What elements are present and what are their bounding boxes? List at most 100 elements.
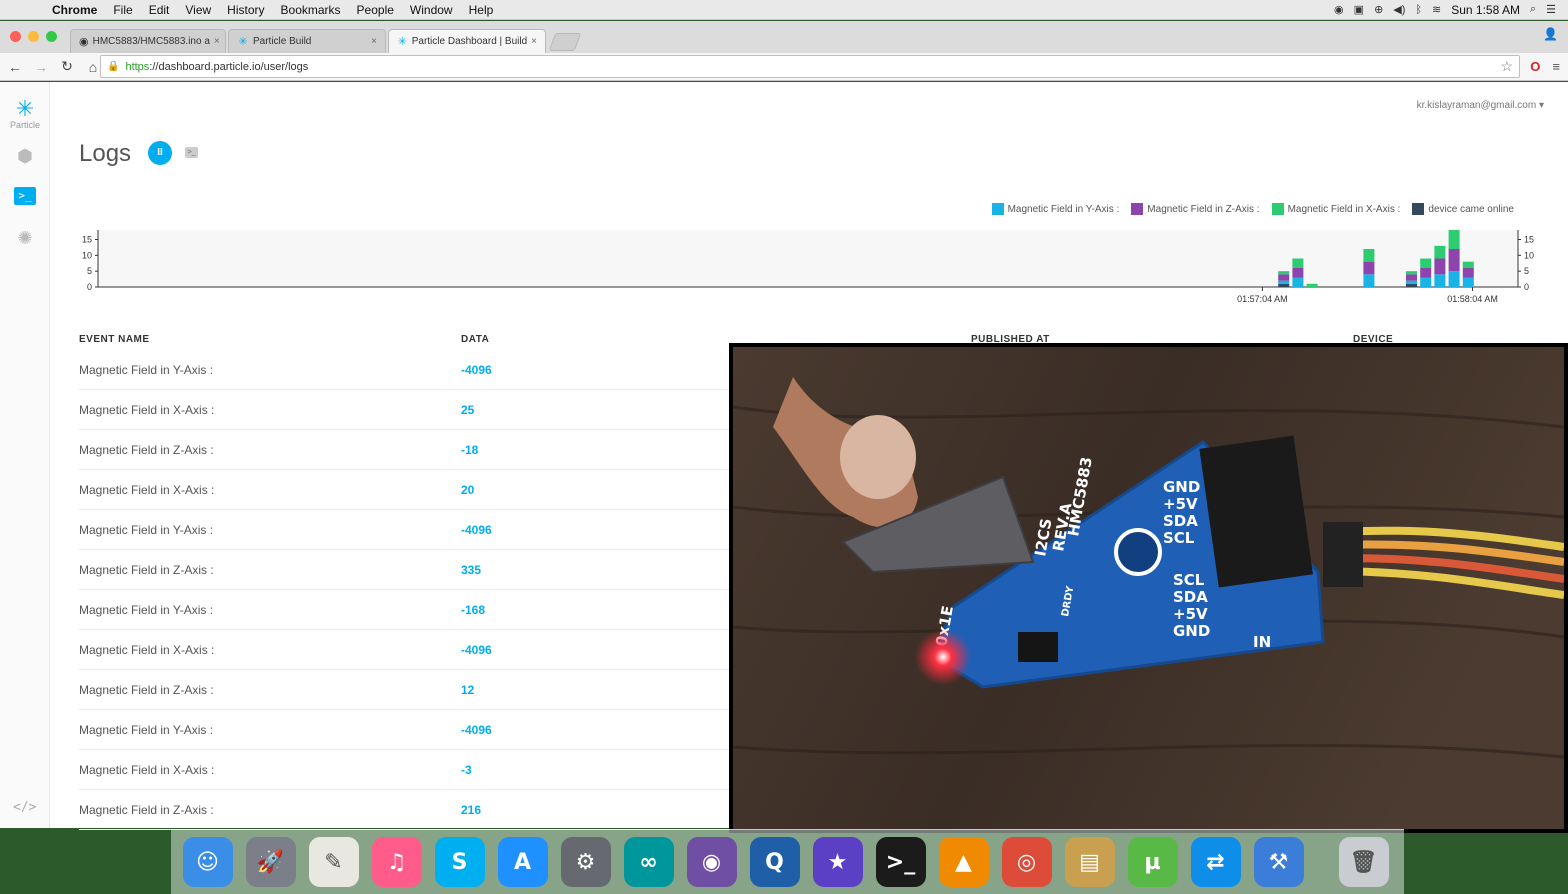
dock-item[interactable]: ⚒ [1248,834,1309,890]
close-tab-icon[interactable]: × [531,36,537,47]
bluetooth-icon[interactable]: ᛒ [1415,4,1422,16]
table-row[interactable]: Magnetic Field in Y-Axis : -4096 [79,510,729,550]
table-row[interactable]: Magnetic Field in X-Axis : 20 [79,470,729,510]
close-tab-icon[interactable]: × [214,36,220,47]
dock-item[interactable]: 🗑 [1333,834,1394,890]
back-icon[interactable]: ← [4,59,26,75]
bar-segment-z [1292,268,1304,278]
dock-item[interactable]: ◎ [996,834,1057,890]
bar-segment-z [1420,268,1432,278]
table-row[interactable]: Magnetic Field in X-Axis : -4096 [79,630,729,670]
table-row[interactable]: Magnetic Field in Z-Axis : 335 [79,550,729,590]
bar-segment-z [1462,268,1474,278]
toolbar-extensions: O ≡ [1530,59,1560,74]
legend-item-x[interactable]: Magnetic Field in X-Axis : [1271,203,1400,215]
close-tab-icon[interactable]: × [371,36,377,47]
table-row[interactable]: Magnetic Field in X-Axis : -3 [79,750,729,790]
dock-item[interactable]: ▲ [933,834,994,890]
table-row[interactable]: Magnetic Field in Z-Axis : -18 [79,430,729,470]
forward-icon[interactable]: → [30,59,52,75]
event-data-cell: -4096 [461,722,492,737]
menu-file[interactable]: File [105,3,140,17]
table-row[interactable]: Magnetic Field in Y-Axis : -168 [79,590,729,630]
table-row[interactable]: Magnetic Field in Y-Axis : -4096 [79,350,729,390]
skype-icon: S [434,837,485,887]
menu-people[interactable]: People [349,3,402,17]
dock-item[interactable]: ⇄ [1185,834,1246,890]
sidebar-item-console[interactable]: >_ [14,187,36,205]
chrome-menu-icon[interactable]: ≡ [1552,59,1560,74]
y-tick-label-left: 15 [82,235,92,245]
dock-item[interactable]: ∞ [618,834,679,890]
reload-icon[interactable]: ↻ [56,58,78,75]
legend-item-online[interactable]: device came online [1412,203,1514,215]
zoom-window-icon[interactable] [46,31,57,42]
user-menu[interactable]: kr.kislayraman@gmail.com ▾ [1417,100,1544,111]
dock-item[interactable]: ♫ [366,834,427,890]
address-bar[interactable]: 🔒 https ://dashboard.particle.io/user/lo… [100,55,1520,78]
menu-edit[interactable]: Edit [141,3,178,17]
menu-help[interactable]: Help [461,3,502,17]
dropbox-icon[interactable]: ▣ [1354,3,1364,16]
legend-item-y[interactable]: Magnetic Field in Y-Axis : [991,203,1119,215]
bar-segment-y [1434,274,1446,287]
dock: ☺ 🚀 ✎ ♫ S A ⚙ ∞ ◉ Q ★ >_ ▲ ◎ ▤ µ ⇄ ⚒ 🗑 [171,829,1404,894]
sidebar-item-mesh[interactable]: ✺ [0,228,50,249]
vpn-icon[interactable]: ⊕ [1374,3,1383,16]
profile-icon[interactable]: 👤 [1543,27,1558,41]
dock-item[interactable]: Q [744,834,805,890]
terminal-view-button[interactable]: >_ [185,147,198,158]
table-row[interactable]: Magnetic Field in Z-Axis : 12 [79,670,729,710]
opera-extension-icon[interactable]: O [1530,59,1540,74]
spotlight-search-icon[interactable]: ⌕ [1530,3,1536,16]
menu-view[interactable]: View [177,3,219,17]
legend-item-z[interactable]: Magnetic Field in Z-Axis : [1131,203,1260,215]
dock-item[interactable]: ✎ [303,834,364,890]
board-label-5v-top: +5V [1163,495,1198,513]
pause-button[interactable]: II [148,141,172,165]
dock-item[interactable]: ★ [807,834,868,890]
menu-bookmarks[interactable]: Bookmarks [273,3,349,17]
page-title: Logs [79,140,132,167]
table-row[interactable]: Magnetic Field in Y-Axis : -4096 [79,710,729,750]
notification-center-icon[interactable]: ☰ [1546,3,1556,16]
tab-particle-build[interactable]: ✳ Particle Build × [228,29,386,53]
menu-window[interactable]: Window [402,3,461,17]
events-table: Magnetic Field in Y-Axis : -4096 Magnetic … [79,350,729,830]
tab-label: Particle Dashboard | Build [411,36,528,47]
dock-item[interactable]: A [492,834,553,890]
dock-item[interactable]: ☺ [177,834,238,890]
menu-history[interactable]: History [219,3,272,17]
wifi-icon[interactable]: ≋ [1432,3,1441,16]
volume-icon[interactable]: ◀) [1393,3,1405,16]
bar-segment-y [1363,274,1375,287]
system-preferences-icon: ⚙ [560,837,611,887]
menu-clock[interactable]: Sun 1:58 AM [1451,3,1520,17]
new-tab-button[interactable] [548,33,582,51]
dock-item[interactable]: 🚀 [240,834,301,890]
sidebar-item-devices[interactable]: ⬢ [0,146,50,167]
table-row[interactable]: Magnetic Field in X-Axis : 25 [79,390,729,430]
bar-segment-x [1306,283,1318,287]
bookmark-star-icon[interactable]: ☆ [1500,58,1513,75]
minimize-window-icon[interactable] [28,31,39,42]
event-data-cell: 216 [461,802,482,817]
bar-segment-z [1278,274,1290,281]
terminal-icon: >_ [187,149,196,156]
dock-item[interactable]: ⚙ [555,834,616,890]
tab-bar: ◉ HMC5883/HMC5883.ino a × ✳ Particle Bui… [0,21,1568,53]
sidebar-logo[interactable]: ✳ Particle [0,96,50,130]
tab-particle-dashboard[interactable]: ✳ Particle Dashboard | Build × [388,29,546,53]
dock-item[interactable]: ◉ [681,834,742,890]
dock-item[interactable]: S [429,834,490,890]
close-window-icon[interactable] [10,31,21,42]
menu-app-name[interactable]: Chrome [44,3,105,17]
dock-item[interactable]: µ [1122,834,1183,890]
table-row[interactable]: Magnetic Field in Z-Axis : 216 [79,790,729,830]
tab-github[interactable]: ◉ HMC5883/HMC5883.ino a × [70,29,226,53]
dock-item[interactable]: ▤ [1059,834,1120,890]
record-icon[interactable]: ◉ [1334,3,1344,16]
code-icon[interactable]: </> [13,800,36,815]
event-data-cell: -168 [461,602,486,617]
dock-item[interactable]: >_ [870,834,931,890]
